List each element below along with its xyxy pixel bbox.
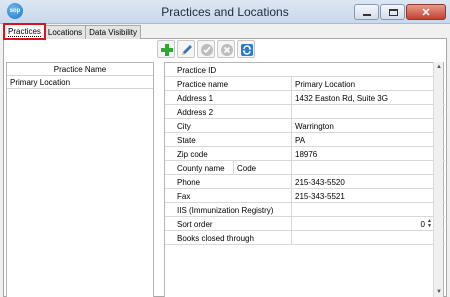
city-row[interactable]: City Warrington [165,119,445,133]
practice-name-row[interactable]: Practice name Primary Location [165,77,445,91]
phone-row[interactable]: Phone 215-343-5520 [165,175,445,189]
column-divider [291,77,292,90]
column-divider [291,105,292,118]
list-item[interactable]: Primary Location [7,76,153,89]
column-divider [291,203,292,216]
scroll-down-icon[interactable]: ▼ [434,287,444,297]
minimize-button[interactable] [354,4,379,20]
scroll-up-icon[interactable]: ▲ [434,62,444,72]
refresh-button[interactable] [237,40,255,58]
add-button[interactable] [157,40,175,58]
zip-field[interactable]: 18976 [295,150,317,159]
address2-row[interactable]: Address 2 [165,105,445,119]
practice-details-grid: Practice ID 1 Practice name Primary Loca… [164,62,445,297]
city-label: City [177,122,191,131]
city-field[interactable]: Warrington [295,122,334,131]
practice-id-label: Practice ID [177,66,217,75]
books-closed-row[interactable]: Books closed through [165,231,445,245]
fax-row[interactable]: Fax 215-343-5521 [165,189,445,203]
county-label: County name [177,164,225,173]
cancel-button[interactable] [217,40,235,58]
county-code-label: Code [237,164,257,173]
confirm-button[interactable] [197,40,215,58]
state-row[interactable]: State PA [165,133,445,147]
sort-order-row[interactable]: Sort order 0 ▲ ▼ [165,217,445,231]
practice-id-row: Practice ID 1 [165,63,445,77]
county-row[interactable]: County name Code [165,161,445,175]
column-divider [291,217,292,230]
address1-field[interactable]: 1432 Easton Rd, Suite 3G [295,94,388,103]
edit-button[interactable] [177,40,195,58]
tab-bar: Practices Locations Data Visibility [3,23,142,40]
title-bar[interactable]: sop Practices and Locations ✕ [0,0,450,24]
books-closed-label: Books closed through [177,234,254,243]
edit-icon [182,45,192,55]
fax-field[interactable]: 215-343-5521 [295,192,345,201]
cancel-icon [221,44,233,56]
zip-row[interactable]: Zip code 18976 [165,147,445,161]
column-divider [291,119,292,132]
column-divider [291,91,292,104]
practices-window: sop Practices and Locations ✕ Practices … [0,0,450,297]
column-divider [291,175,292,188]
practice-name-header[interactable]: Practice Name [7,63,153,76]
vertical-scrollbar[interactable]: ▲ ▼ [433,62,443,297]
window-controls: ✕ [354,4,446,20]
iis-row[interactable]: IIS (Immunization Registry) [165,203,445,217]
tab-practices-label: Practices [8,27,41,37]
address1-label: Address 1 [177,94,214,103]
practice-list: Practice Name Primary Location [6,62,154,297]
state-field[interactable]: PA [295,136,305,145]
phone-label: Phone [177,178,201,187]
practice-name-field[interactable]: Primary Location [295,80,355,89]
column-divider [233,161,234,174]
practice-name-label: Practice name [177,80,229,89]
maximize-icon [389,9,398,16]
iis-label: IIS (Immunization Registry) [177,206,274,215]
tab-practices[interactable]: Practices [3,23,46,40]
phone-field[interactable]: 215-343-5520 [295,178,345,187]
column-divider [291,133,292,146]
toolbar [157,40,255,58]
sort-order-label: Sort order [177,220,213,229]
minimize-icon [363,14,371,16]
close-button[interactable]: ✕ [406,4,446,20]
tab-data-visibility[interactable]: Data Visibility [85,25,142,39]
address2-label: Address 2 [177,108,214,117]
column-divider [291,189,292,202]
sort-order-field[interactable]: 0 [421,220,425,229]
address1-row[interactable]: Address 1 1432 Easton Rd, Suite 3G [165,91,445,105]
zip-label: Zip code [177,150,208,159]
maximize-button[interactable] [380,4,405,20]
tab-locations[interactable]: Locations [43,25,87,39]
state-label: State [177,136,196,145]
confirm-icon [201,44,213,56]
fax-label: Fax [177,192,191,201]
column-divider [291,147,292,160]
close-icon: ✕ [421,7,431,19]
refresh-icon [241,44,253,56]
column-divider [291,231,292,244]
column-divider [291,161,292,174]
add-icon [161,44,173,56]
